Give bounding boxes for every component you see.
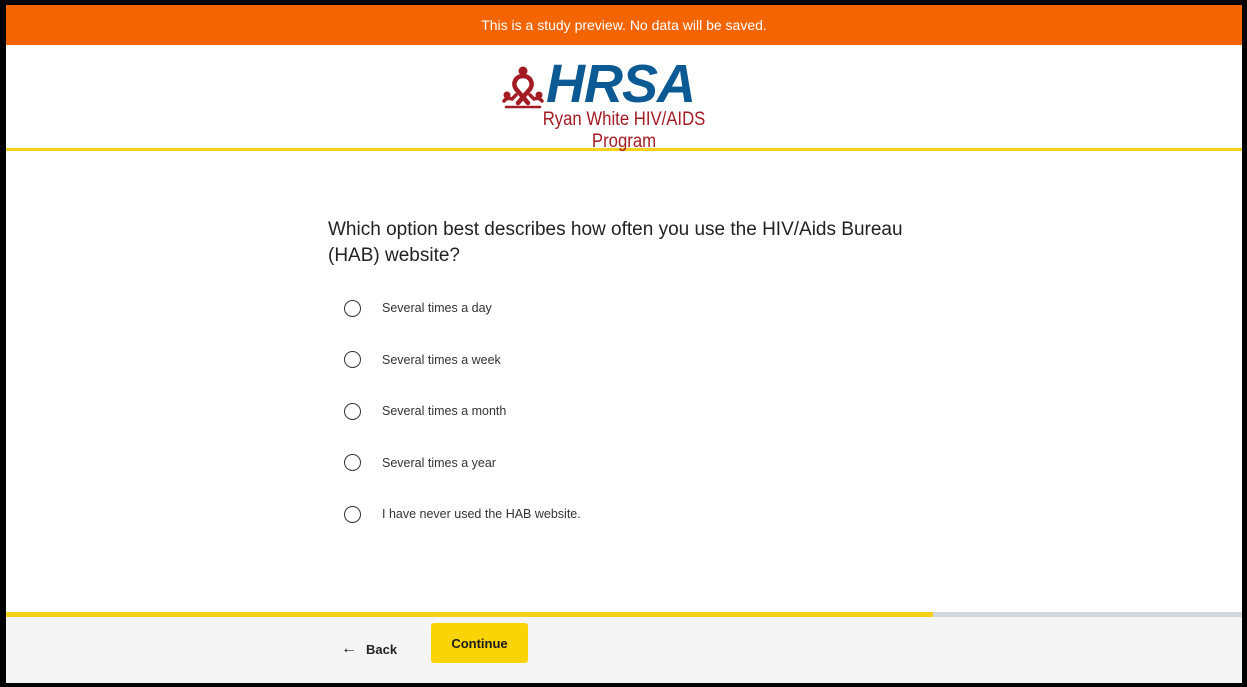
option-label: Several times a month xyxy=(382,404,507,418)
back-label: Back xyxy=(366,641,398,657)
hrsa-logo: HRSA Ryan White HIV/AIDS Program xyxy=(494,54,754,152)
option-several-times-a-week[interactable]: Several times a week xyxy=(342,347,742,373)
radio-button[interactable] xyxy=(344,299,361,317)
arrow-left-icon: ← xyxy=(341,640,357,657)
option-label: Several times a week xyxy=(382,352,501,367)
footer: ← Back Continue xyxy=(6,617,1242,683)
answer-options: Several times a day Several times a week… xyxy=(342,295,742,553)
continue-button[interactable]: Continue xyxy=(431,623,528,663)
question-text: Which option best describes how often yo… xyxy=(328,219,903,266)
header: HRSA Ryan White HIV/AIDS Program xyxy=(6,45,1242,152)
preview-banner: This is a study preview. No data will be… xyxy=(6,5,1242,45)
survey-page: This is a study preview. No data will be… xyxy=(6,5,1242,683)
preview-banner-text: This is a study preview. No data will be… xyxy=(481,17,767,33)
logo-subtitle: Ryan White HIV/AIDS Program xyxy=(542,109,706,152)
logo-wordmark: HRSA xyxy=(546,54,696,114)
option-several-times-a-day[interactable]: Several times a day xyxy=(342,295,742,321)
radio-button[interactable] xyxy=(344,402,361,420)
red-ribbon-people-icon xyxy=(502,66,544,109)
option-label: Several times a day xyxy=(382,301,492,315)
option-several-times-a-month[interactable]: Several times a month xyxy=(342,398,742,424)
radio-button[interactable] xyxy=(344,351,361,368)
option-never-used[interactable]: I have never used the HAB website. xyxy=(342,501,742,527)
option-several-times-a-year[interactable]: Several times a year xyxy=(342,450,742,476)
back-button[interactable]: ← Back xyxy=(341,637,397,661)
radio-button[interactable] xyxy=(344,505,361,523)
option-label: Several times a year xyxy=(382,455,496,470)
radio-button[interactable] xyxy=(344,454,361,471)
option-label: I have never used the HAB website. xyxy=(382,507,581,521)
